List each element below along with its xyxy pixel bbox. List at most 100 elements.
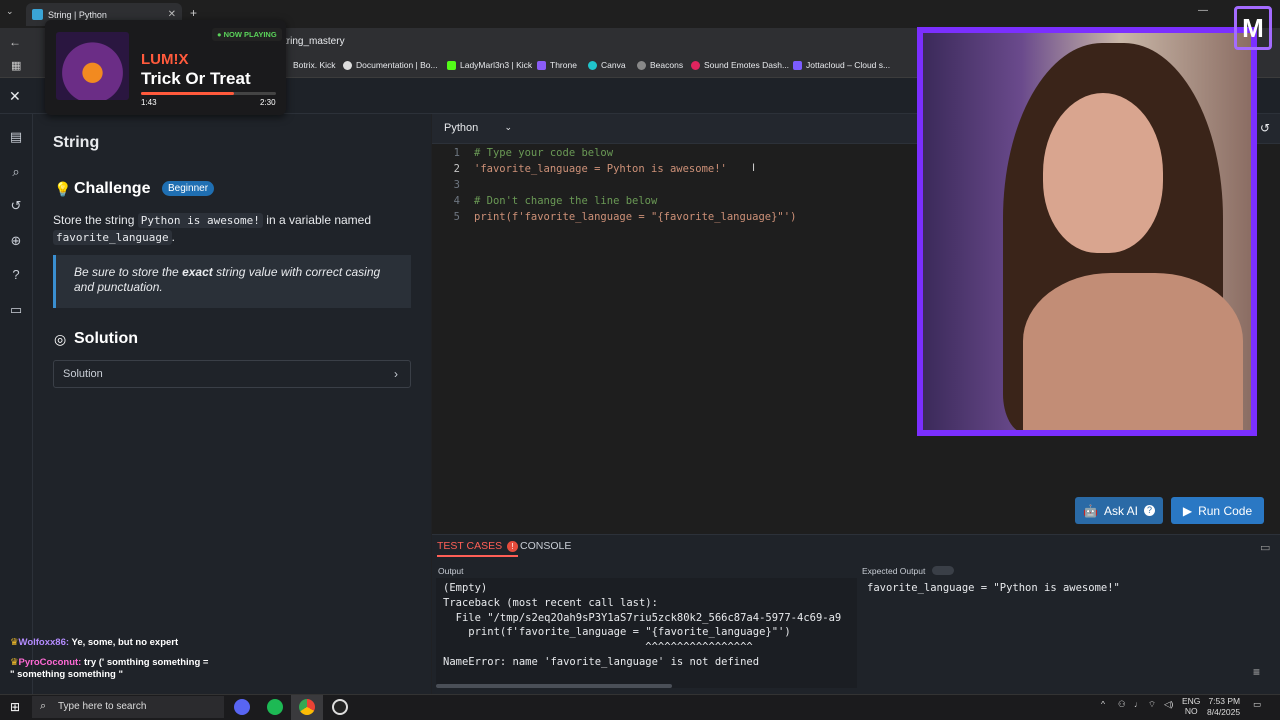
chat-username: PyroCoconut:	[18, 657, 82, 668]
target-icon: ◎	[54, 331, 67, 347]
horizontal-scrollbar[interactable]	[436, 684, 672, 688]
volume-icon[interactable]: ◁)	[1164, 699, 1173, 710]
track-progress-fill	[141, 92, 235, 95]
tray-chevron-icon[interactable]: ^	[1101, 699, 1105, 709]
help-icon: ?	[1143, 505, 1155, 516]
document-icon[interactable]: ▤	[8, 129, 24, 145]
line-number: 1	[453, 147, 460, 159]
chat-username: Wolfoxx86:	[18, 637, 70, 648]
bookmark-item[interactable]: Throne	[537, 60, 577, 70]
network-icon[interactable]: ⚇	[1118, 699, 1126, 710]
minimize-icon[interactable]: —	[1198, 5, 1208, 16]
line-number: 4	[453, 195, 460, 207]
bookmark-item[interactable]: Sound Emotes Dash...	[691, 60, 789, 70]
close-icon[interactable]: ✕	[9, 88, 21, 105]
output-box[interactable]: (Empty) Traceback (most recent call last…	[436, 578, 857, 688]
spotify-icon[interactable]	[267, 699, 283, 715]
output-line: NameError: name 'favorite_language' is n…	[443, 656, 760, 668]
apps-icon[interactable]: ▦	[11, 59, 21, 72]
track-artist: LUM!X	[141, 51, 189, 68]
code-line[interactable]: # Don't change the line below	[474, 195, 657, 207]
bookmark-item[interactable]: Botrix. Kick	[293, 60, 336, 70]
track-title: Trick Or Treat	[141, 69, 251, 88]
layout-icon[interactable]: ▭	[1260, 541, 1270, 554]
line-number: 3	[453, 179, 460, 191]
reset-icon[interactable]: ↺	[1260, 121, 1270, 135]
back-icon[interactable]: ←	[9, 35, 21, 49]
stream-chat: ♛Wolfoxx86: Ye, some, but no expert ♛Pyr…	[10, 637, 210, 681]
ask-ai-button[interactable]: 🤖 Ask AI ?	[1075, 497, 1163, 524]
tab-test-cases[interactable]: TEST CASES!	[437, 540, 519, 557]
language-select[interactable]: Python ⌄	[438, 120, 518, 138]
challenge-description: Store the string Python is awesome! in a…	[53, 213, 372, 245]
level-badge: Beginner	[162, 181, 215, 196]
expected-output-label: Expected Output	[862, 566, 926, 576]
tab-title: String | Python	[48, 9, 107, 20]
menu-icon[interactable]: ≡	[1253, 665, 1260, 679]
language-indicator[interactable]: ENG NO	[1182, 696, 1200, 716]
crown-icon: ♛	[10, 657, 19, 668]
help-icon[interactable]: ?	[8, 267, 24, 283]
code-line[interactable]: # Type your code below	[474, 147, 613, 159]
output-line: print(f'favorite_language = "{favorite_l…	[443, 626, 791, 638]
output-line: ^^^^^^^^^^^^^^^^^	[443, 641, 753, 653]
mic-icon[interactable]: ♩	[1134, 699, 1143, 709]
chat-message: ♛Wolfoxx86: Ye, some, but no expert	[10, 637, 179, 648]
bookmark-item[interactable]: Beacons	[637, 60, 683, 70]
hint-note: Be sure to store the exact string value …	[53, 255, 411, 308]
chevron-right-icon: ›	[394, 367, 398, 381]
tab-close-icon[interactable]: ✕	[168, 9, 176, 20]
clock[interactable]: 7:53 PM 8/4/2025	[1207, 696, 1240, 718]
robot-icon: 🤖	[1083, 503, 1098, 518]
solution-expander[interactable]: Solution ›	[53, 360, 411, 388]
code-line[interactable]: print(f'favorite_language = "{favorite_l…	[474, 211, 796, 223]
notifications-icon[interactable]: ▭	[1253, 699, 1261, 710]
output-label: Output	[438, 566, 464, 576]
tab-search-button[interactable]: ⌄	[6, 6, 20, 20]
webcam-person-body	[1023, 273, 1243, 430]
discord-icon[interactable]	[234, 699, 250, 715]
output-line: (Empty)	[443, 582, 488, 594]
track-elapsed: 1:43	[141, 98, 157, 107]
tab-console[interactable]: CONSOLE	[520, 540, 571, 552]
bookmark-item[interactable]: LadyMarl3n3 | Kick	[447, 60, 532, 70]
obs-icon[interactable]	[332, 699, 348, 715]
search-doc-icon[interactable]: ⌕	[8, 164, 24, 180]
new-tab-button[interactable]: +	[190, 6, 197, 20]
chevron-down-icon: ⌄	[504, 122, 512, 132]
bookmark-item[interactable]: Documentation | Bo...	[343, 60, 438, 70]
challenge-panel	[33, 114, 431, 694]
play-icon: ▶	[1182, 503, 1193, 518]
bookmark-item[interactable]: Canva	[588, 60, 626, 70]
inline-code: Python is awesome!	[137, 213, 263, 228]
now-playing-badge: ● NOW PLAYING	[212, 28, 282, 41]
inline-code: favorite_language	[53, 230, 172, 245]
output-line: Traceback (most recent call last):	[443, 597, 658, 609]
solution-heading: Solution	[74, 330, 138, 347]
album-art	[56, 32, 129, 100]
bookmark-item[interactable]: Jottacloud – Cloud s...	[793, 60, 890, 70]
history-icon[interactable]: ↺	[8, 198, 24, 214]
expected-output-value: favorite_language = "Python is awesome!"	[867, 582, 1120, 594]
expected-toggle[interactable]	[932, 566, 954, 575]
search-icon: ⌕	[40, 700, 47, 712]
windows-start-icon[interactable]: ⊞	[10, 700, 20, 714]
line-number: 2	[453, 163, 460, 175]
zoom-icon[interactable]: ⊕	[8, 233, 24, 249]
url-field[interactable]: tring_mastery	[284, 36, 345, 47]
taskbar-search[interactable]: ⌕ Type here to search	[32, 696, 224, 718]
text-cursor-icon: I	[752, 162, 756, 174]
wifi-icon[interactable]: ⌔	[1148, 699, 1156, 710]
channel-logo-icon: M	[1234, 6, 1272, 50]
run-code-button[interactable]: ▶ Run Code	[1171, 497, 1264, 524]
code-line[interactable]: 'favorite_language = Pyhton is awesome!'	[474, 163, 727, 175]
page-title: String	[53, 134, 100, 151]
feedback-icon[interactable]: ▭	[8, 302, 24, 318]
webcam-overlay	[917, 27, 1257, 436]
error-icon: !	[507, 540, 519, 552]
challenge-heading: Challenge	[74, 180, 151, 197]
webcam-person-face	[1043, 93, 1163, 253]
chrome-icon[interactable]	[291, 695, 323, 720]
track-duration: 2:30	[260, 98, 276, 107]
lightbulb-icon: 💡	[54, 181, 72, 197]
